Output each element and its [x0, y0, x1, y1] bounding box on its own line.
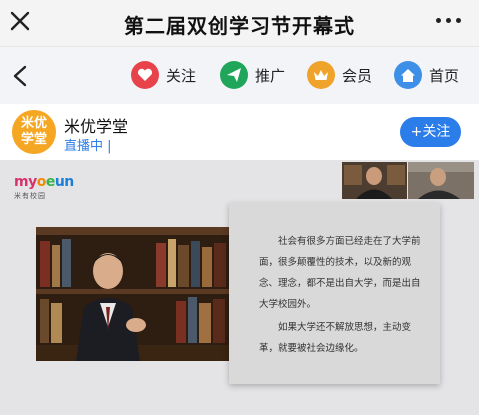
more-options-icon[interactable] — [436, 18, 461, 23]
promote-action-label: 推广 — [255, 66, 286, 85]
channel-header: 米优 学堂 米优学堂 直播中 | +关注 — [0, 104, 479, 160]
avatar-text-line2: 学堂 — [20, 132, 47, 147]
crown-icon — [307, 61, 335, 89]
avatar-text-line1: 米优 — [20, 116, 47, 131]
back-arrow-icon[interactable] — [12, 65, 28, 87]
follow-action-label: 关注 — [166, 66, 197, 85]
home-icon — [394, 61, 422, 89]
membership-action-label: 会员 — [342, 66, 373, 85]
heart-icon — [131, 61, 159, 89]
page-title: 第二届双创学习节开幕式 — [124, 14, 355, 38]
action-bar: 关注 推广 会员 首页 — [0, 46, 479, 104]
speaker-camera-1[interactable] — [342, 162, 407, 199]
logo-brand-text: myoeun — [14, 174, 74, 190]
live-video-player[interactable]: myoeun 米有校园 社会有很多方面已经走在了大学前面，很多颠覆性的技术，以及… — [0, 160, 479, 415]
membership-action[interactable]: 会员 — [307, 61, 372, 89]
live-status: 直播中 | — [64, 139, 112, 154]
brand-logo: myoeun 米有校园 — [14, 174, 74, 201]
avatar[interactable]: 米优 学堂 — [12, 110, 56, 154]
speaker-photo — [36, 227, 229, 361]
channel-name[interactable]: 米优学堂 — [64, 113, 128, 137]
send-icon — [220, 61, 248, 89]
home-action-label: 首页 — [429, 66, 460, 85]
quote-paragraph-2: 如果大学还不解放思想，主动变革，就要被社会边缘化。 — [259, 322, 412, 354]
promote-action[interactable]: 推广 — [220, 61, 285, 89]
follow-button[interactable]: +关注 — [400, 117, 461, 147]
quote-paragraph-1: 社会有很多方面已经走在了大学前面，很多颠覆性的技术，以及新的观念、理念，都不是出… — [259, 236, 421, 310]
home-action[interactable]: 首页 — [394, 61, 459, 89]
logo-subtitle: 米有校园 — [14, 192, 46, 200]
quote-card: 社会有很多方面已经走在了大学前面，很多颠覆性的技术，以及新的观念、理念，都不是出… — [229, 203, 440, 384]
speaker-camera-2[interactable] — [408, 162, 474, 199]
follow-action[interactable]: 关注 — [131, 61, 196, 89]
title-bar: 第二届双创学习节开幕式 — [0, 0, 479, 46]
